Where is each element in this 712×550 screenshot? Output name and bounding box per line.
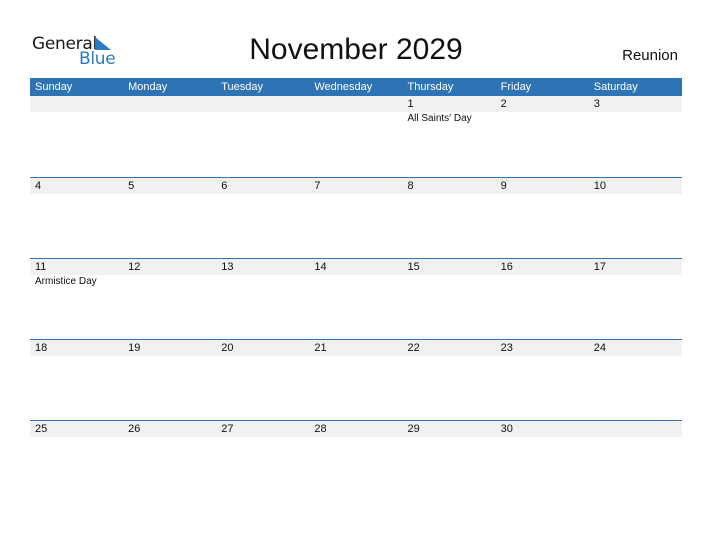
calendar-title: November 2029 [249, 33, 463, 66]
day-number: 28 [314, 423, 327, 435]
day-number: 20 [221, 342, 234, 354]
day-number [589, 421, 682, 437]
holiday-label [216, 112, 309, 126]
holiday-label [30, 112, 123, 126]
day-number: 14 [314, 261, 327, 273]
day-number [216, 96, 309, 112]
date-row: 11 12 13 14 15 16 17 [30, 259, 682, 275]
week-row: 4 5 6 7 8 9 10 [30, 177, 682, 258]
date-row: 1 2 3 [30, 96, 682, 112]
weekday-monday: Monday [128, 81, 168, 93]
weeks-container: 1 2 3 All Saints' Day 4 5 6 7 8 9 10 11 12 13 14 15 16 17… [30, 96, 682, 501]
holiday-label [496, 275, 589, 289]
date-row: 4 5 6 7 8 9 10 [30, 178, 682, 194]
day-number: 18 [35, 342, 48, 354]
day-number: 21 [314, 342, 327, 354]
weekday-sunday: Sunday [35, 81, 73, 93]
day-number [309, 96, 402, 112]
day-number: 23 [500, 342, 513, 354]
holiday-label [309, 112, 402, 126]
weekday-saturday: Saturday [593, 81, 638, 93]
week-row: 11 12 13 14 15 16 17 Armistice Day [30, 258, 682, 339]
day-number: 30 [500, 423, 513, 435]
day-number: 24 [593, 342, 606, 354]
day-number: 8 [407, 180, 414, 192]
holiday-label [123, 112, 216, 126]
weekday-thursday: Thursday [407, 81, 454, 93]
day-number: 11 [35, 261, 47, 273]
day-number: 2 [500, 98, 507, 110]
day-number: 5 [128, 180, 135, 192]
day-number: 19 [128, 342, 141, 354]
holiday-label [309, 275, 402, 289]
holiday-label [403, 275, 496, 289]
date-row: 18 19 20 21 22 23 24 [30, 340, 682, 356]
day-number: 29 [407, 423, 420, 435]
holiday-label: All Saints' Day [407, 113, 472, 124]
day-number: 17 [593, 261, 606, 273]
day-number: 13 [221, 261, 234, 273]
day-number: 7 [314, 180, 321, 192]
event-row: All Saints' Day [30, 112, 682, 126]
day-number: 10 [593, 180, 606, 192]
day-number: 26 [128, 423, 141, 435]
holiday-label [123, 275, 216, 289]
holiday-label [496, 112, 589, 126]
day-number: 9 [500, 180, 507, 192]
day-number: 6 [221, 180, 228, 192]
day-number: 16 [500, 261, 513, 273]
day-number: 4 [35, 180, 42, 192]
weekday-wednesday: Wednesday [314, 81, 373, 93]
weekday-tuesday: Tuesday [221, 81, 264, 93]
day-number: 22 [407, 342, 420, 354]
day-number: 3 [593, 98, 600, 110]
day-number: 27 [221, 423, 234, 435]
weekday-friday: Friday [500, 81, 532, 93]
holiday-label: Armistice Day [35, 276, 97, 287]
week-row: 25 26 27 28 29 30 [30, 420, 682, 501]
day-number: 25 [35, 423, 48, 435]
calendar-grid: Sunday Monday Tuesday Wednesday Thursday… [30, 78, 682, 501]
holiday-label [589, 112, 682, 126]
country-label: Reunion [622, 47, 678, 64]
date-row: 25 26 27 28 29 30 [30, 421, 682, 437]
day-number: 12 [128, 261, 141, 273]
day-number: 15 [407, 261, 420, 273]
day-number [30, 96, 123, 112]
holiday-label [589, 275, 682, 289]
day-number [123, 96, 216, 112]
week-row: 1 2 3 All Saints' Day [30, 96, 682, 177]
event-row: Armistice Day [30, 275, 682, 289]
day-number: 1 [407, 98, 414, 110]
weekday-header: Sunday Monday Tuesday Wednesday Thursday… [30, 78, 682, 96]
holiday-label [216, 275, 309, 289]
week-row: 18 19 20 21 22 23 24 [30, 339, 682, 420]
